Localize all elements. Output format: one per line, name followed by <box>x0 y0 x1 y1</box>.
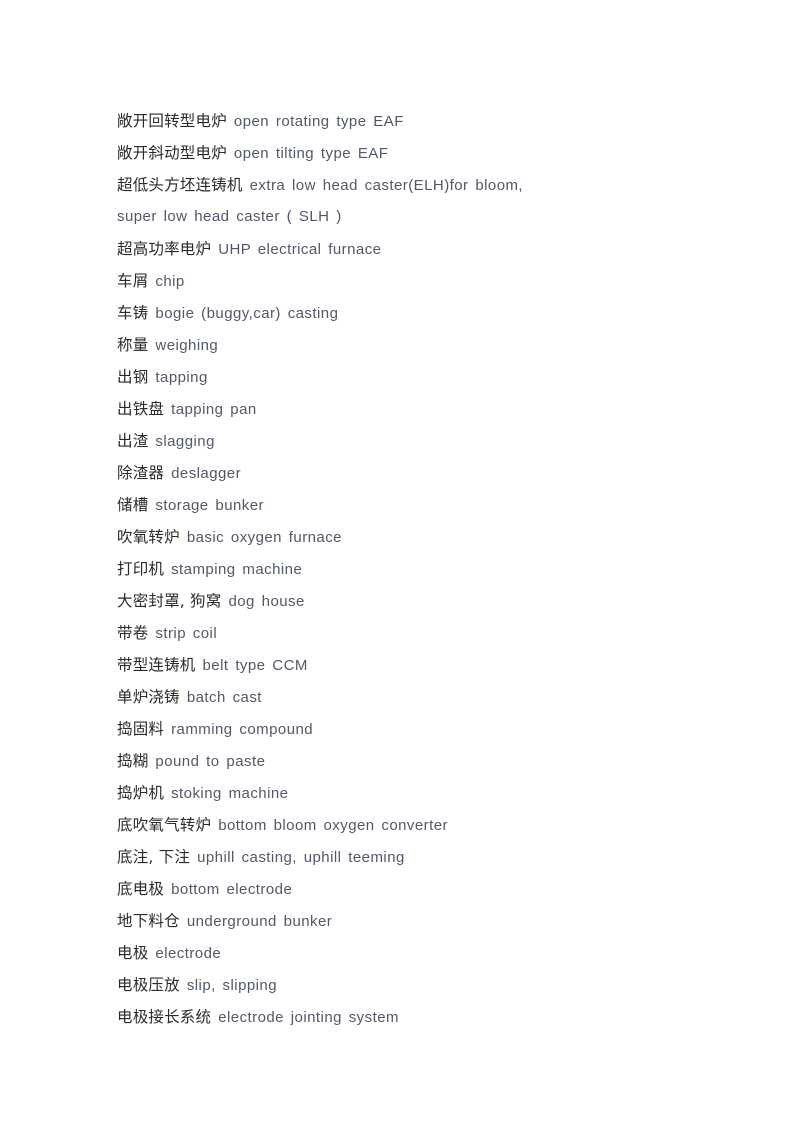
term-chinese: 底注, 下注 <box>117 848 191 866</box>
term-english: UHP electrical furnace <box>218 241 382 258</box>
term-chinese: 车屑 <box>117 272 149 290</box>
term-english: tapping pan <box>171 401 257 418</box>
term-english: tapping <box>155 369 208 386</box>
term-chinese: 出铁盘 <box>117 400 165 418</box>
term-chinese: 带卷 <box>117 624 149 642</box>
term-english: stamping machine <box>171 561 303 578</box>
glossary-entry: 大密封罩, 狗窝 dog house <box>117 585 677 617</box>
term-english: super low head caster ( SLH ) <box>117 208 342 225</box>
term-english: open tilting type EAF <box>233 145 389 162</box>
term-english: dog house <box>228 593 305 610</box>
term-english: bottom electrode <box>171 881 293 898</box>
term-chinese: 超低头方坯连铸机 <box>117 176 243 194</box>
term-english: strip coil <box>155 625 218 642</box>
term-chinese: 敞开回转型电炉 <box>117 112 227 130</box>
term-chinese: 储槽 <box>117 496 149 514</box>
term-chinese: 车铸 <box>117 304 149 322</box>
term-chinese: 捣糊 <box>117 752 149 770</box>
glossary-entry: 底电极 bottom electrode <box>117 873 677 905</box>
term-english: pound to paste <box>155 753 266 770</box>
glossary-entry: 储槽 storage bunker <box>117 489 677 521</box>
term-english: basic oxygen furnace <box>186 529 342 546</box>
term-chinese: 带型连铸机 <box>117 656 196 674</box>
glossary-entry: 地下料仓 underground bunker <box>117 905 677 937</box>
term-english: belt type CCM <box>202 657 308 674</box>
term-chinese: 捣炉机 <box>117 784 165 802</box>
term-chinese: 出钢 <box>117 368 149 386</box>
term-english: electrode jointing system <box>218 1009 399 1026</box>
term-chinese: 出渣 <box>117 432 149 450</box>
glossary-entry: 出渣 slagging <box>117 425 677 457</box>
glossary-entry: 单炉浇铸 batch cast <box>117 681 677 713</box>
term-chinese: 吹氧转炉 <box>117 528 180 546</box>
glossary-entry: 带卷 strip coil <box>117 617 677 649</box>
glossary-entry: 电极压放 slip, slipping <box>117 969 677 1001</box>
term-english: slagging <box>155 433 215 450</box>
glossary-entry: 除渣器 deslagger <box>117 457 677 489</box>
glossary-entry: 敞开斜动型电炉 open tilting type EAF <box>117 137 677 169</box>
glossary-entry: 打印机 stamping machine <box>117 553 677 585</box>
term-english: bogie (buggy,car) casting <box>155 305 339 322</box>
term-english: weighing <box>155 337 219 354</box>
glossary-entry: 出铁盘 tapping pan <box>117 393 677 425</box>
glossary-entry: 电极 electrode <box>117 937 677 969</box>
glossary-entry: 车屑 chip <box>117 265 677 297</box>
glossary-entry: 称量 weighing <box>117 329 677 361</box>
term-chinese: 超高功率电炉 <box>117 240 212 258</box>
glossary-entry: 底注, 下注 uphill casting, uphill teeming <box>117 841 677 873</box>
glossary-entry: 车铸 bogie (buggy,car) casting <box>117 297 677 329</box>
term-english: uphill casting, uphill teeming <box>197 849 405 866</box>
term-chinese: 单炉浇铸 <box>117 688 180 706</box>
term-english: extra low head caster(ELH)for bloom, <box>249 177 524 194</box>
term-chinese: 除渣器 <box>117 464 165 482</box>
glossary-entry: 吹氧转炉 basic oxygen furnace <box>117 521 677 553</box>
glossary-entry: 超低头方坯连铸机 extra low head caster(ELH)for bl… <box>117 169 677 201</box>
glossary-entry: 捣固料 ramming compound <box>117 713 677 745</box>
term-chinese: 捣固料 <box>117 720 165 738</box>
glossary-entry: 超高功率电炉 UHP electrical furnace <box>117 233 677 265</box>
term-chinese: 底吹氧气转炉 <box>117 816 212 834</box>
term-chinese: 电极压放 <box>117 976 180 994</box>
term-chinese: 称量 <box>117 336 149 354</box>
term-english: underground bunker <box>186 913 333 930</box>
glossary-entry-continuation: super low head caster ( SLH ) <box>117 201 677 233</box>
glossary-entry: 电极接长系统 electrode jointing system <box>117 1001 677 1033</box>
term-english: slip, slipping <box>186 977 278 994</box>
glossary-list: 敞开回转型电炉 open rotating type EAF 敞开斜动型电炉 open… <box>117 105 677 1033</box>
glossary-entry: 带型连铸机 belt type CCM <box>117 649 677 681</box>
term-chinese: 地下料仓 <box>117 912 180 930</box>
term-english: batch cast <box>186 689 262 706</box>
term-english: ramming compound <box>171 721 314 738</box>
term-chinese: 打印机 <box>117 560 165 578</box>
term-chinese: 敞开斜动型电炉 <box>117 144 227 162</box>
glossary-entry: 敞开回转型电炉 open rotating type EAF <box>117 105 677 137</box>
term-english: open rotating type EAF <box>233 113 404 130</box>
term-english: stoking machine <box>171 785 289 802</box>
term-chinese: 电极接长系统 <box>117 1008 212 1026</box>
term-english: deslagger <box>171 465 242 482</box>
glossary-entry: 底吹氧气转炉 bottom bloom oxygen converter <box>117 809 677 841</box>
glossary-entry: 捣炉机 stoking machine <box>117 777 677 809</box>
glossary-entry: 捣糊 pound to paste <box>117 745 677 777</box>
term-chinese: 大密封罩, 狗窝 <box>117 592 222 610</box>
term-english: electrode <box>155 945 222 962</box>
term-chinese: 电极 <box>117 944 149 962</box>
term-english: bottom bloom oxygen converter <box>218 817 448 834</box>
document-page: 敞开回转型电炉 open rotating type EAF 敞开斜动型电炉 open… <box>0 0 794 1123</box>
term-chinese: 底电极 <box>117 880 165 898</box>
term-english: storage bunker <box>155 497 264 514</box>
glossary-entry: 出钢 tapping <box>117 361 677 393</box>
term-english: chip <box>155 273 185 290</box>
